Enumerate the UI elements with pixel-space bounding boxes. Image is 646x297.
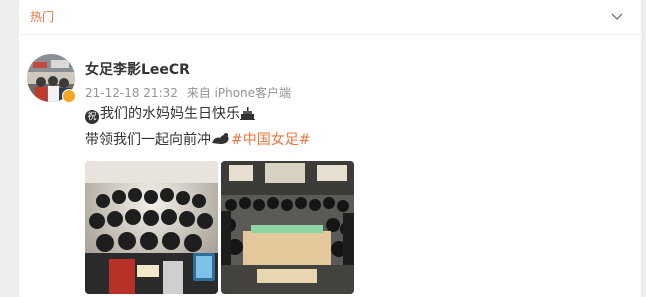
post-text: 我们的水妈妈生日快乐 — [100, 106, 240, 122]
birthday-cake-icon — [240, 107, 255, 120]
hashtag-link[interactable]: #中国女足# — [231, 132, 310, 148]
post-text: 带领我们一起向前冲 — [85, 132, 211, 148]
username[interactable]: 女足李影LeeCR — [85, 61, 190, 79]
hot-tab[interactable]: 热门 — [30, 10, 54, 24]
chevron-down-icon[interactable] — [609, 9, 625, 25]
flexed-biceps-icon — [212, 133, 229, 144]
post-image-2[interactable] — [221, 161, 354, 294]
team-birthday-photo-2-icon — [221, 161, 354, 294]
post-source: 来自 iPhone客户端 — [186, 86, 292, 100]
post-image-1[interactable] — [85, 161, 218, 294]
post-text-line-2: 带领我们一起向前冲 #中国女足# — [85, 131, 310, 149]
post-meta: 21-12-18 21:32 来自 iPhone客户端 — [85, 86, 296, 100]
feed-header: 热门 — [19, 0, 641, 35]
team-birthday-photo-1-icon — [85, 161, 218, 294]
post-text-line-1: 祝我们的水妈妈生日快乐 — [85, 105, 255, 124]
weibo-post-card: 热门 女足李影LeeCR 21-12-18 21:32 来自 iPhone客户端 — [19, 0, 641, 297]
zhu-emoji-icon: 祝 — [85, 110, 99, 124]
verified-badge-icon — [62, 89, 76, 103]
post-timestamp[interactable]: 21-12-18 21:32 — [85, 86, 178, 100]
